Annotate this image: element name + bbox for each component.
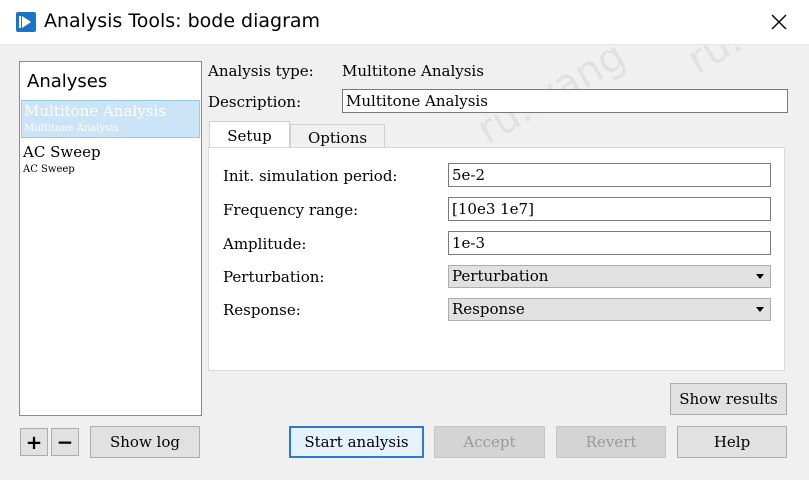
chevron-down-icon <box>756 307 764 312</box>
analysis-item-name: AC Sweep <box>23 143 101 161</box>
freq-range-label: Frequency range: <box>223 201 359 219</box>
response-label: Response: <box>223 301 301 319</box>
freq-range-input[interactable]: [10e3 1e7] <box>448 197 771 221</box>
description-label: Description: <box>208 93 302 111</box>
start-analysis-button[interactable]: Start analysis <box>289 426 424 458</box>
init-period-input[interactable]: 5e-2 <box>448 163 771 187</box>
help-button[interactable]: Help <box>677 426 787 458</box>
response-select-value: Response <box>452 300 525 318</box>
analysis-item-sub: AC Sweep <box>23 164 75 175</box>
tab-setup[interactable]: Setup <box>209 121 290 150</box>
analysis-item-sub: Multitone Analysis <box>24 123 119 134</box>
close-icon <box>771 14 787 30</box>
analysis-item-ac-sweep[interactable]: AC Sweep AC Sweep <box>21 142 200 180</box>
close-button[interactable] <box>760 6 798 38</box>
remove-analysis-button[interactable]: − <box>51 428 79 456</box>
analysis-type-value: Multitone Analysis <box>342 62 484 80</box>
chevron-down-icon <box>756 274 764 279</box>
analysis-item-name: Multitone Analysis <box>24 102 166 120</box>
title-bar: Analysis Tools: bode diagram <box>0 0 809 45</box>
perturbation-select[interactable]: Perturbation <box>448 265 771 288</box>
analyses-header: Analyses <box>27 71 108 92</box>
amplitude-label: Amplitude: <box>223 235 307 253</box>
analysis-item-multitone[interactable]: Multitone Analysis Multitone Analysis <box>21 100 200 138</box>
analysis-type-label: Analysis type: <box>208 62 314 80</box>
show-log-button[interactable]: Show log <box>90 426 200 458</box>
response-select[interactable]: Response <box>448 298 771 321</box>
description-input[interactable]: Multitone Analysis <box>342 89 788 113</box>
revert-button[interactable]: Revert <box>556 426 666 458</box>
analyses-list[interactable]: Analyses Multitone Analysis Multitone An… <box>19 61 202 416</box>
perturbation-select-value: Perturbation <box>452 267 549 285</box>
show-results-button[interactable]: Show results <box>670 383 787 415</box>
add-analysis-button[interactable]: + <box>20 428 48 456</box>
perturbation-label: Perturbation: <box>223 268 325 286</box>
window-title: Analysis Tools: bode diagram <box>44 10 321 32</box>
amplitude-input[interactable]: 1e-3 <box>448 231 771 255</box>
app-icon <box>16 12 36 32</box>
init-period-label: Init. simulation period: <box>223 167 398 185</box>
accept-button[interactable]: Accept <box>434 426 545 458</box>
